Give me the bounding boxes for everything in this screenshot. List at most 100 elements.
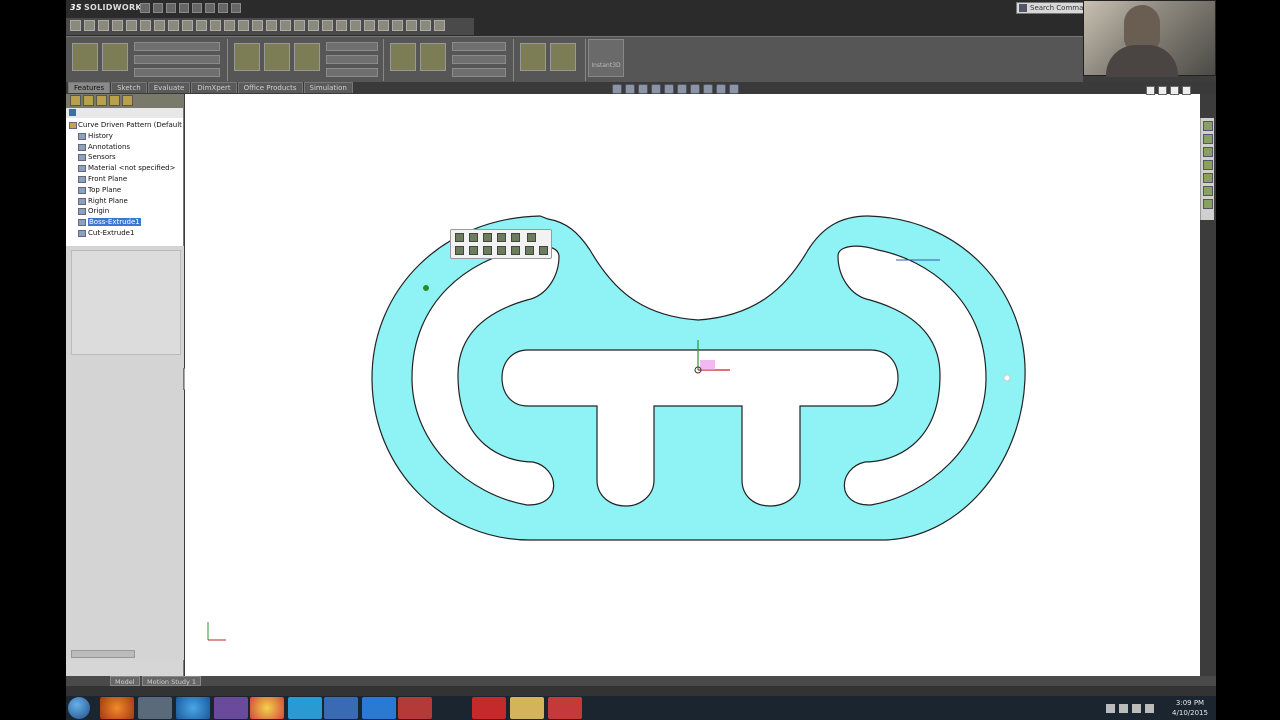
dimxpert-manager-tab-icon[interactable] — [109, 95, 120, 106]
display-manager-tab-icon[interactable] — [122, 95, 133, 106]
toolbar-button[interactable] — [280, 20, 291, 31]
apply-scene-icon[interactable] — [716, 84, 726, 94]
rebuild-icon[interactable] — [218, 3, 228, 13]
view-icon[interactable] — [483, 246, 492, 255]
toolbar-button[interactable] — [336, 20, 347, 31]
new-icon[interactable] — [140, 3, 150, 13]
tab-motion-study[interactable]: Motion Study 1 — [142, 676, 202, 686]
select-icon[interactable] — [205, 3, 215, 13]
model-viewport[interactable] — [185, 94, 1200, 676]
print-icon[interactable] — [179, 3, 189, 13]
viewport-restore-icon[interactable] — [1170, 86, 1179, 95]
hide-icon[interactable] — [527, 233, 536, 242]
extruded-boss-icon[interactable] — [72, 43, 98, 71]
tree-item-boss-extrude1[interactable]: Boss-Extrude1 — [66, 217, 183, 228]
custom-properties-tab-icon[interactable] — [1203, 186, 1213, 196]
revolved-boss-icon[interactable] — [102, 43, 128, 71]
tab-evaluate[interactable]: Evaluate — [147, 82, 191, 93]
toolbar-button[interactable] — [70, 20, 81, 31]
curves-icon[interactable] — [550, 43, 576, 71]
volume-icon[interactable] — [1132, 703, 1141, 713]
arrow-icon[interactable] — [214, 697, 248, 719]
appearance-icon[interactable] — [511, 233, 520, 242]
resources-tab-icon[interactable] — [1203, 121, 1213, 131]
solidworks-icon[interactable] — [548, 697, 582, 719]
rib-button[interactable] — [452, 42, 506, 51]
toolbar-button[interactable] — [224, 20, 235, 31]
viewport-tile-icon[interactable] — [1158, 86, 1167, 95]
hole-wizard-icon[interactable] — [264, 43, 290, 71]
view-orientation-icon[interactable] — [664, 84, 674, 94]
pdf-icon[interactable] — [472, 697, 506, 719]
tree-filter[interactable] — [66, 108, 183, 118]
zoom-to-area-icon[interactable] — [625, 84, 635, 94]
toolbar-button[interactable] — [322, 20, 333, 31]
tree-item-right-plane[interactable]: Right Plane — [66, 196, 183, 207]
toolbar-button[interactable] — [154, 20, 165, 31]
feature-manager-scrollbar[interactable] — [71, 650, 135, 658]
tab-office-products[interactable]: Office Products — [237, 82, 303, 93]
ie-icon[interactable] — [176, 697, 210, 719]
open-icon[interactable] — [153, 3, 163, 13]
toolbar-button[interactable] — [112, 20, 123, 31]
save-icon[interactable] — [166, 3, 176, 13]
tab-sketch[interactable]: Sketch — [111, 82, 147, 93]
display-style-icon[interactable] — [677, 84, 687, 94]
tree-item-sensors[interactable]: Sensors — [66, 152, 183, 163]
toolbar-button[interactable] — [294, 20, 305, 31]
toolbar-button[interactable] — [350, 20, 361, 31]
lofted-cut-button[interactable] — [326, 55, 378, 64]
reference-geometry-icon[interactable] — [520, 43, 546, 71]
fillet-icon[interactable] — [390, 43, 416, 71]
zoom-to-fit-icon[interactable] — [612, 84, 622, 94]
toolbar-button[interactable] — [126, 20, 137, 31]
boundary-boss-button[interactable] — [134, 68, 220, 77]
toolbar-button[interactable] — [196, 20, 207, 31]
forum-tab-icon[interactable] — [1203, 199, 1213, 209]
toolbar-button[interactable] — [308, 20, 319, 31]
search-commands-input[interactable]: Search Commands — [1016, 2, 1084, 14]
extruded-cut-icon[interactable] — [234, 43, 260, 71]
toolbar-button[interactable] — [98, 20, 109, 31]
tray-expand-icon[interactable] — [1106, 703, 1115, 713]
graphics-area[interactable] — [185, 94, 1200, 676]
tab-model[interactable]: Model — [110, 676, 140, 686]
tree-item-history[interactable]: History — [66, 131, 183, 142]
feature-tree-tab-icon[interactable] — [70, 95, 81, 106]
part-body[interactable] — [371, 215, 1026, 541]
battery-icon[interactable] — [1145, 703, 1154, 713]
tools-icon[interactable] — [138, 697, 172, 719]
tree-root-part[interactable]: Curve Driven Pattern (Default — [66, 120, 183, 131]
tree-item-top-plane[interactable]: Top Plane — [66, 185, 183, 196]
shell-button[interactable] — [452, 68, 506, 77]
toolbar-button[interactable] — [210, 20, 221, 31]
view-settings-icon[interactable] — [729, 84, 739, 94]
configuration-manager-tab-icon[interactable] — [96, 95, 107, 106]
toolbar-button[interactable] — [392, 20, 403, 31]
view-palette-tab-icon[interactable] — [1203, 160, 1213, 170]
toolbar-button[interactable] — [406, 20, 417, 31]
toolbar-button[interactable] — [378, 20, 389, 31]
select-other-icon[interactable] — [525, 246, 534, 255]
acrobat-icon[interactable] — [398, 697, 432, 719]
tree-item-front-plane[interactable]: Front Plane — [66, 174, 183, 185]
section-view-icon[interactable] — [651, 84, 661, 94]
boundary-cut-button[interactable] — [326, 68, 378, 77]
swept-cut-button[interactable] — [326, 42, 378, 51]
toolbar-button[interactable] — [182, 20, 193, 31]
rollback-icon[interactable] — [497, 233, 506, 242]
network-icon[interactable] — [1119, 703, 1128, 713]
zoom-icon[interactable] — [362, 697, 396, 719]
swept-boss-button[interactable] — [134, 42, 220, 51]
edit-appearance-icon[interactable] — [703, 84, 713, 94]
toolbar-button[interactable] — [266, 20, 277, 31]
taskbar-clock[interactable]: 3:09 PM 4/10/2015 — [1167, 698, 1213, 718]
previous-view-icon[interactable] — [638, 84, 648, 94]
zoom-icon[interactable] — [497, 246, 506, 255]
tab-simulation[interactable]: Simulation — [303, 82, 353, 93]
appearances-tab-icon[interactable] — [1203, 173, 1213, 183]
firefox-icon[interactable] — [100, 697, 134, 719]
lofted-boss-button[interactable] — [134, 55, 220, 64]
pan-icon[interactable] — [539, 246, 548, 255]
suppress-icon[interactable] — [483, 233, 492, 242]
